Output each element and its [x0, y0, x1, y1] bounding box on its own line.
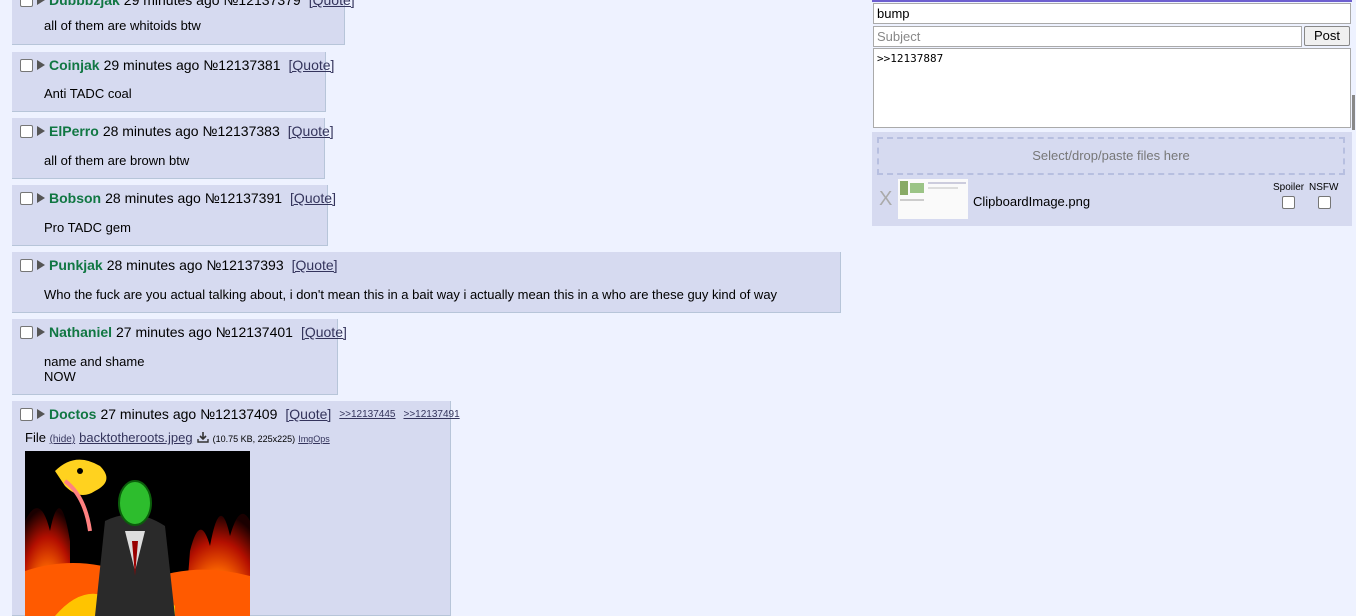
post-meta: 27 minutes ago №12137401	[116, 324, 293, 340]
post-message-line: name and shame	[44, 354, 145, 369]
poster-name[interactable]: Bobson	[49, 190, 101, 206]
scrollbar-thumb[interactable]	[1352, 95, 1355, 130]
triangle-right-icon[interactable]	[37, 60, 45, 70]
triangle-right-icon[interactable]	[37, 126, 45, 136]
quote-link[interactable]: [Quote]	[285, 406, 331, 422]
post-meta: 29 minutes ago №12137379	[123, 0, 301, 8]
poster-name[interactable]: Nathaniel	[49, 324, 112, 340]
post-meta: 28 minutes ago №12137383	[102, 123, 280, 139]
post-header: Doctos 27 minutes ago №12137409 [Quote] …	[12, 401, 460, 427]
post-meta: 28 minutes ago №12137393	[106, 257, 284, 273]
quote-link[interactable]: [Quote]	[290, 190, 336, 206]
name-field[interactable]: bump	[873, 3, 1351, 24]
post-select-checkbox[interactable]	[20, 191, 33, 205]
nsfw-label: NSFW	[1309, 182, 1339, 193]
attached-file-name: ClipboardImage.png	[973, 194, 1091, 209]
post-12137393: Punkjak 28 minutes ago №12137393 [Quote]…	[12, 252, 841, 313]
triangle-right-icon[interactable]	[37, 327, 45, 337]
file-meta: (10.75 KB, 225x225)	[212, 434, 296, 444]
post-message: all of them are whitoids btw	[44, 18, 201, 33]
poster-name[interactable]: Punkjak	[49, 257, 103, 273]
poster-name[interactable]: ElPerro	[49, 123, 99, 139]
post-12137383: ElPerro 28 minutes ago №12137383 [Quote]…	[12, 118, 334, 179]
post-message: Pro TADC gem	[44, 220, 131, 235]
post-header: Coinjak 29 minutes ago №12137381 [Quote]	[12, 52, 334, 78]
post-select-checkbox[interactable]	[20, 0, 33, 7]
quote-link[interactable]: [Quote]	[289, 57, 335, 73]
comment-field[interactable]: >>12137887	[873, 48, 1351, 128]
post-message: Who the fuck are you actual talking abou…	[44, 287, 778, 302]
file-info: File (hide) backtotheroots.jpeg (10.75 K…	[25, 430, 330, 445]
triangle-right-icon[interactable]	[37, 260, 45, 270]
file-label: File	[25, 430, 46, 445]
post-message: Anti TADC coal	[44, 86, 132, 101]
post-12137379: Dubbbzjak 29 minutes ago №12137379 [Quot…	[12, 0, 355, 45]
post-header: Dubbbzjak 29 minutes ago №12137379 [Quot…	[12, 0, 355, 13]
post-12137381: Coinjak 29 minutes ago №12137381 [Quote]…	[12, 52, 334, 112]
hide-file-link[interactable]: (hide)	[50, 434, 76, 445]
post-select-checkbox[interactable]	[20, 124, 33, 138]
post-header: Nathaniel 27 minutes ago №12137401 [Quot…	[12, 319, 347, 345]
reply-form-top-border	[872, 0, 1352, 2]
post-12137401: Nathaniel 27 minutes ago №12137401 [Quot…	[12, 319, 347, 395]
file-attach-area: Select/drop/paste files here X Clipboard…	[872, 132, 1352, 226]
post-image[interactable]	[25, 451, 250, 616]
spoiler-checkbox[interactable]	[1282, 196, 1295, 209]
subject-field[interactable]: Subject	[873, 26, 1302, 47]
poster-name[interactable]: Coinjak	[49, 57, 100, 73]
file-drop-zone[interactable]: Select/drop/paste files here	[877, 137, 1345, 175]
quote-link[interactable]: [Quote]	[288, 123, 334, 139]
post-select-checkbox[interactable]	[20, 258, 33, 272]
backlink[interactable]: >>12137491	[403, 409, 459, 420]
post-image-art	[25, 451, 250, 616]
triangle-right-icon[interactable]	[37, 193, 45, 203]
post-header: ElPerro 28 minutes ago №12137383 [Quote]	[12, 118, 334, 144]
quote-link[interactable]: [Quote]	[301, 324, 347, 340]
post-select-checkbox[interactable]	[20, 407, 33, 421]
remove-file-button[interactable]: X	[879, 188, 892, 211]
post-12137391: Bobson 28 minutes ago №12137391 [Quote] …	[12, 185, 336, 246]
file-name-link[interactable]: backtotheroots.jpeg	[79, 430, 192, 445]
post-meta: 28 minutes ago №12137391	[105, 190, 283, 206]
post-meta: 27 minutes ago №12137409	[100, 406, 278, 422]
post-header: Punkjak 28 minutes ago №12137393 [Quote]	[12, 252, 338, 278]
post-meta: 29 minutes ago №12137381	[103, 57, 281, 73]
post-message-line: NOW	[44, 369, 76, 384]
imgops-link[interactable]: ImgOps	[298, 434, 330, 444]
nsfw-checkbox[interactable]	[1318, 196, 1331, 209]
download-icon[interactable]	[196, 431, 209, 443]
triangle-right-icon[interactable]	[37, 0, 45, 5]
post-header: Bobson 28 minutes ago №12137391 [Quote]	[12, 185, 336, 211]
quote-link[interactable]: [Quote]	[309, 0, 355, 8]
backlink[interactable]: >>12137445	[339, 409, 395, 420]
post-select-checkbox[interactable]	[20, 58, 33, 72]
triangle-right-icon[interactable]	[37, 409, 45, 419]
post-12137409: Doctos 27 minutes ago №12137409 [Quote] …	[12, 401, 460, 616]
attached-file-thumbnail	[898, 179, 968, 219]
poster-name[interactable]: Doctos	[49, 406, 96, 422]
quote-link[interactable]: [Quote]	[292, 257, 338, 273]
post-button[interactable]: Post	[1304, 26, 1350, 46]
post-message: all of them are brown btw	[44, 153, 190, 168]
post-select-checkbox[interactable]	[20, 325, 33, 339]
poster-name[interactable]: Dubbbzjak	[49, 0, 120, 8]
spoiler-label: Spoiler	[1273, 182, 1305, 193]
